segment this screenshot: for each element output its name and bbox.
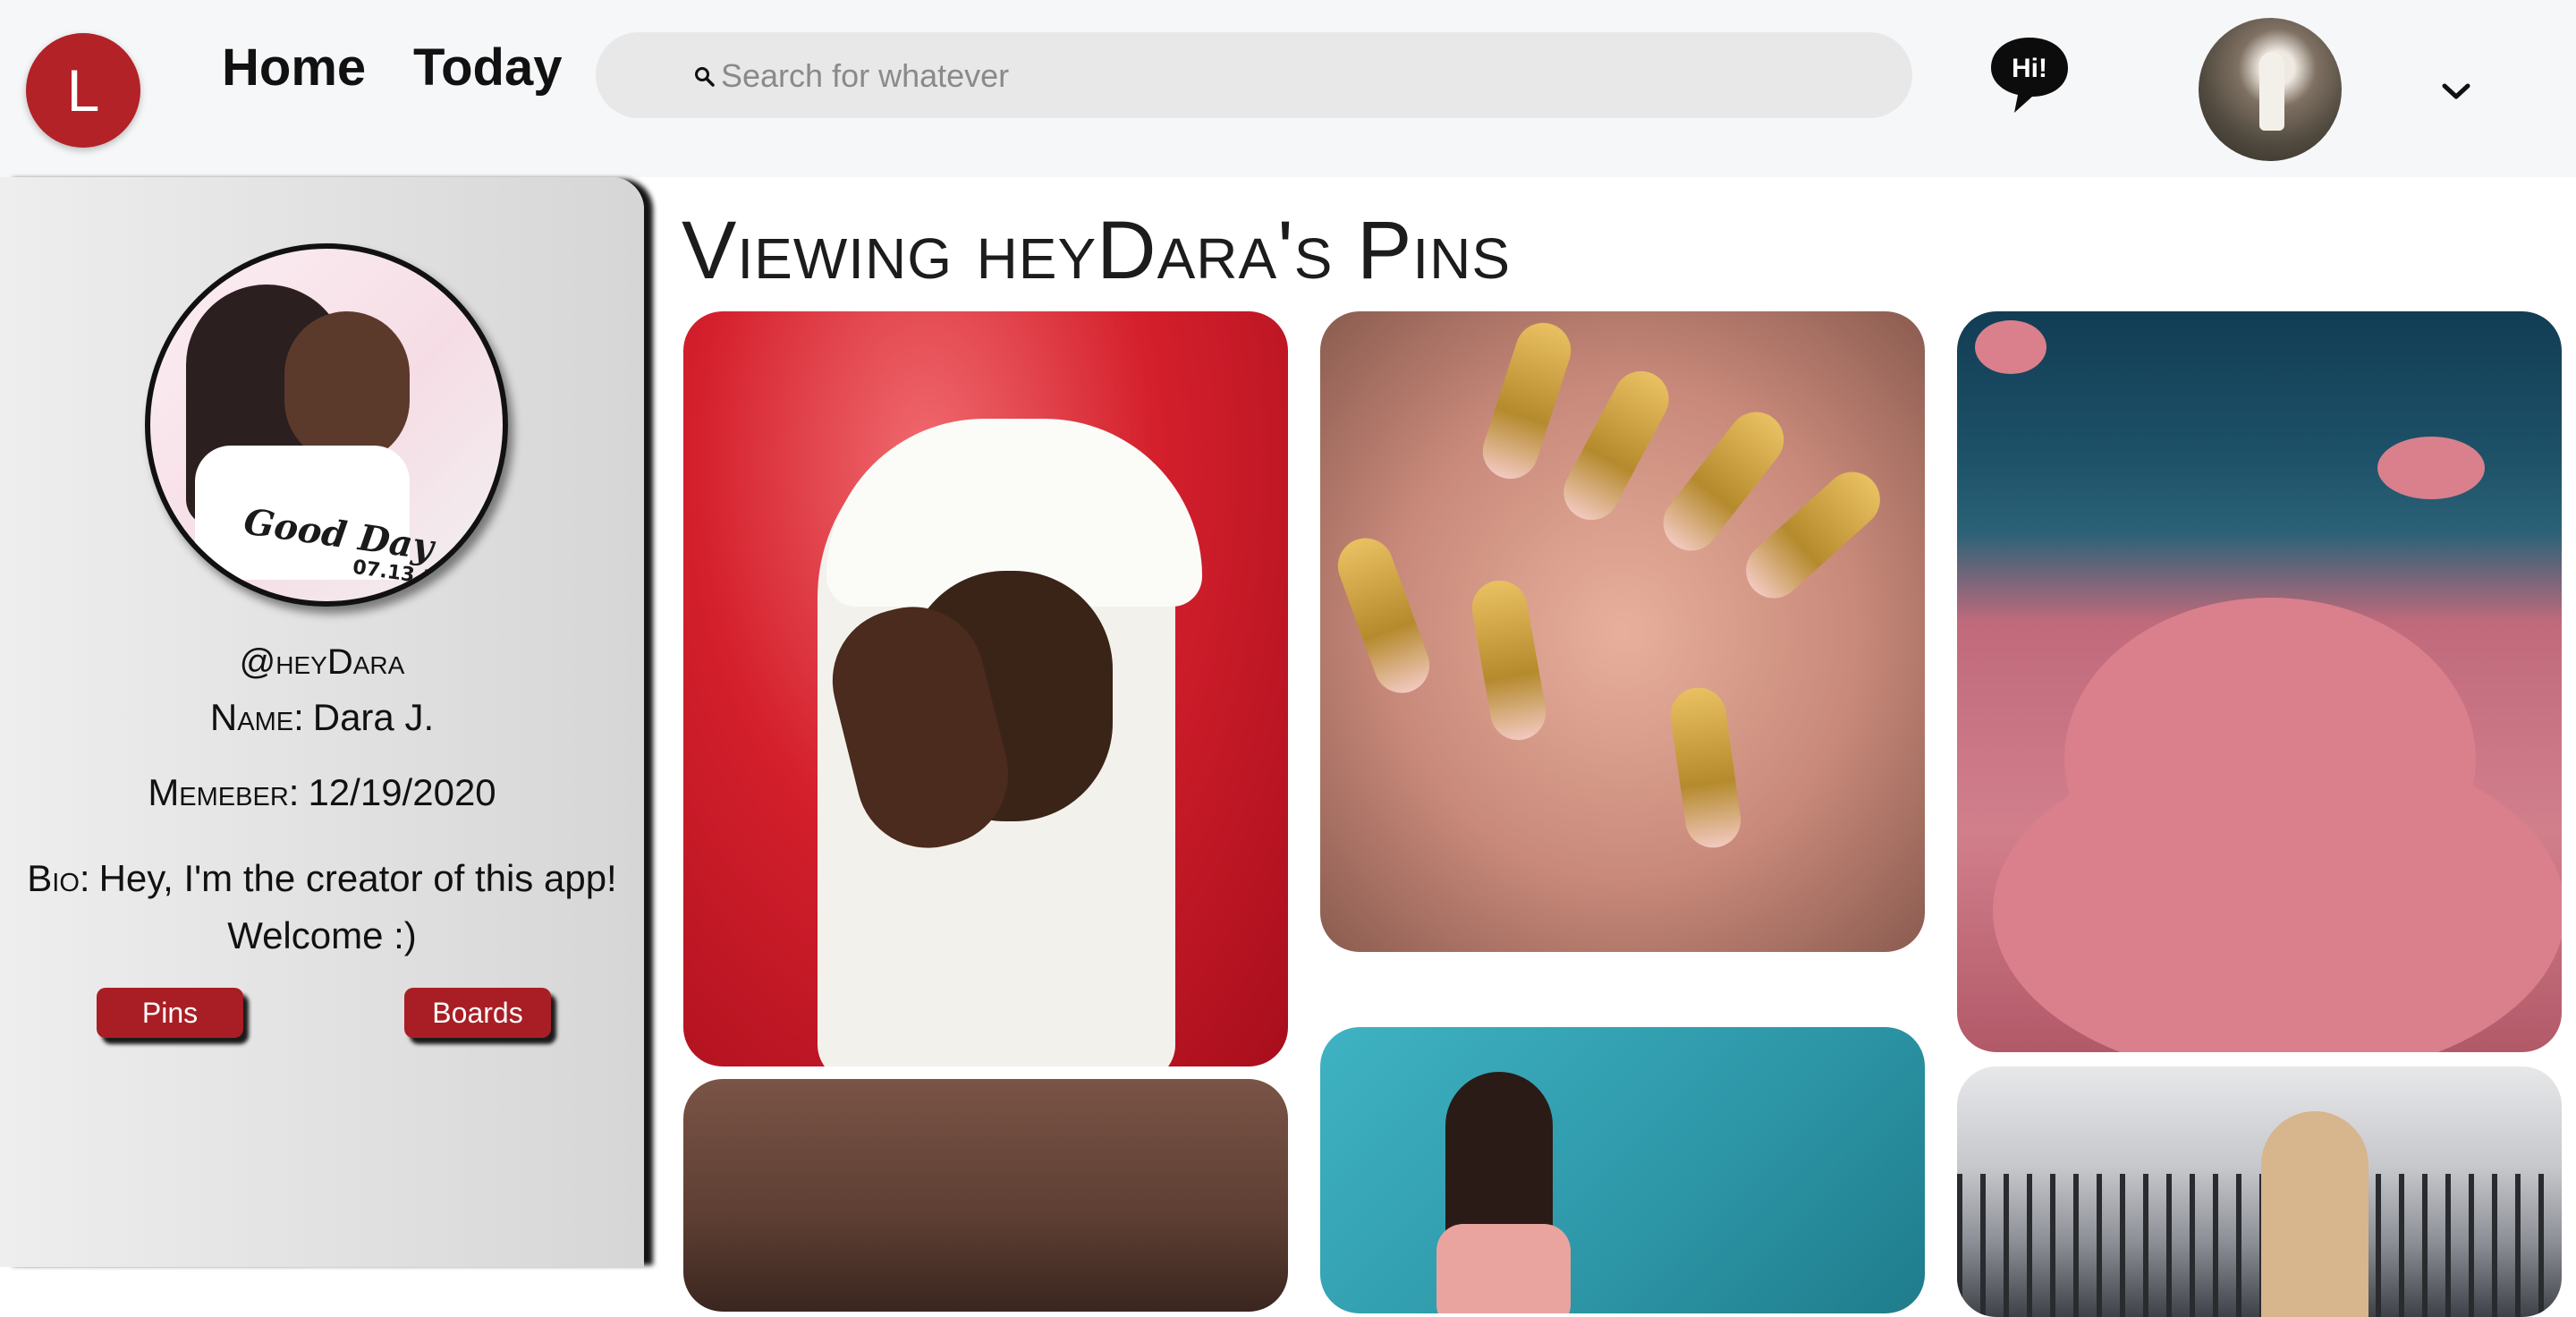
profile-member-row: Memeber: 12/19/2020 [0, 771, 644, 814]
pin-art-nail [1734, 460, 1892, 610]
handle-at: @ [239, 642, 276, 682]
page-title: Viewing heyDara's Pins [682, 205, 1512, 296]
profile-bio-row: Bio: Hey, I'm the creator of this app! We… [0, 850, 644, 964]
name-label: Name: [209, 696, 304, 738]
bio-text: Hey, I'm the creator of this app! Welcom… [98, 857, 617, 956]
search-input[interactable] [719, 48, 1868, 104]
pin-art-top [1436, 1224, 1571, 1313]
pin-card[interactable] [683, 311, 1288, 1066]
pin-art-nail [1666, 684, 1745, 852]
chat-bubble-icon[interactable]: Hi! [1987, 32, 2072, 116]
boards-button[interactable]: Boards [404, 988, 551, 1038]
member-label: Memeber: [148, 771, 300, 813]
app-logo[interactable]: L [26, 33, 140, 148]
hi-badge-text: Hi! [2012, 54, 2047, 83]
search-icon [695, 67, 715, 87]
profile-handle: @heyDara [0, 642, 644, 683]
nav-today-link[interactable]: Today [413, 38, 563, 98]
pin-art-person [2261, 1111, 2368, 1317]
pin-card[interactable] [1320, 1027, 1925, 1313]
pin-art-nail [1467, 575, 1551, 745]
nav-home-link[interactable]: Home [222, 38, 366, 98]
avatar-figure [2259, 52, 2284, 131]
pin-card[interactable] [1957, 311, 2562, 1052]
profile-photo: Good Day 07.13.1 [145, 243, 508, 607]
photo-face [284, 311, 410, 463]
pins-button[interactable]: Pins [97, 988, 243, 1038]
name-value: Dara J. [312, 696, 435, 738]
member-date: 12/19/2020 [308, 771, 496, 813]
user-avatar[interactable] [2199, 18, 2342, 161]
pin-art-cloud [1975, 320, 2046, 374]
pin-art-cloud [2377, 437, 2485, 499]
pin-art-nail [1330, 530, 1437, 701]
chevron-down-icon[interactable] [2440, 81, 2472, 102]
bio-label: Bio: [27, 857, 90, 899]
pin-art-nail [1554, 361, 1679, 531]
handle-text: heyDara [275, 642, 405, 682]
top-navigation-bar: L Home Today Hi! [0, 0, 2576, 177]
profile-name-row: Name: Dara J. [0, 696, 644, 739]
pin-card[interactable] [1957, 1066, 2562, 1317]
pin-art-nail [1475, 315, 1579, 487]
pin-card[interactable] [683, 1079, 1288, 1312]
pin-card[interactable] [1320, 311, 1925, 952]
pin-art-fence [1957, 1174, 2562, 1317]
search-bar[interactable] [596, 32, 1912, 118]
